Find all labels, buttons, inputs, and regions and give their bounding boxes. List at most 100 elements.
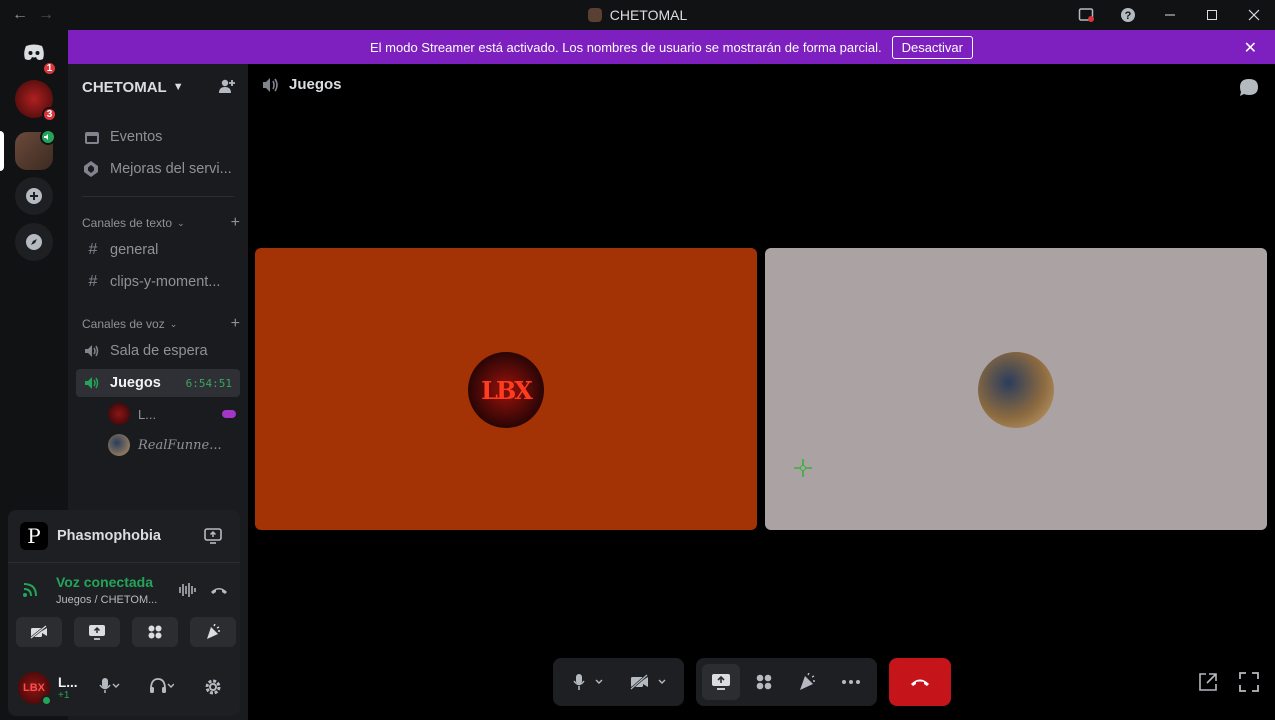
noise-suppression-icon[interactable] — [178, 582, 196, 598]
game-icon: P — [20, 522, 48, 550]
speaker-icon — [262, 77, 280, 93]
camera-button[interactable] — [621, 664, 679, 700]
discord-window: ← → CHETOMAL ? 1 3 El modo Streamer está… — [0, 0, 1275, 720]
voice-channel-waiting-room[interactable]: Sala de espera — [76, 337, 240, 365]
boost-icon — [84, 161, 102, 177]
user-name-block[interactable]: L... +1 — [58, 675, 78, 701]
avatar — [978, 352, 1054, 428]
close-window-icon[interactable] — [1233, 0, 1275, 30]
svg-text:?: ? — [1125, 10, 1132, 22]
maximize-icon[interactable] — [1191, 0, 1233, 30]
screen-share-button[interactable] — [74, 617, 120, 647]
voice-connected-label[interactable]: Voz conectada — [56, 574, 153, 590]
title-bar: ← → CHETOMAL ? — [0, 0, 1275, 30]
category-label: Canales de voz — [82, 317, 165, 331]
voice-channel-juegos[interactable]: Juegos 6:54:51 — [76, 369, 240, 397]
more-options-icon[interactable] — [831, 664, 871, 700]
user-panel: LBX L... +1 — [8, 660, 240, 716]
hashtag-icon: # — [88, 273, 98, 290]
bottom-panel: P Phasmophobia Voz conectada Juegos / CH… — [8, 510, 240, 716]
voice-user-name: L... — [138, 406, 157, 422]
microphone-icon[interactable] — [98, 678, 120, 694]
soundboard-button[interactable] — [788, 664, 828, 700]
chevron-down-icon: ▼ — [172, 81, 184, 93]
channel-general[interactable]: # general — [76, 236, 240, 264]
voice-status: Voz conectada Juegos / CHETOM... — [20, 572, 230, 612]
events-item[interactable]: Eventos — [76, 123, 240, 151]
activities-button[interactable] — [132, 617, 178, 647]
channel-label: Sala de espera — [110, 343, 208, 359]
voice-user-name: RealFunne... — [138, 437, 222, 453]
hashtag-icon: # — [88, 241, 98, 258]
game-activity: P Phasmophobia — [8, 510, 240, 562]
voice-user[interactable]: RealFunne... — [108, 432, 236, 458]
avatar-text: LBX — [481, 375, 533, 405]
add-server-button[interactable] — [15, 177, 53, 215]
divider — [8, 562, 240, 563]
channel-label: general — [110, 242, 159, 258]
add-channel-icon[interactable]: + — [231, 214, 240, 232]
server-icon-chetomal[interactable] — [15, 129, 56, 170]
boosts-item[interactable]: Mejoras del servi... — [76, 155, 240, 183]
category-text-channels[interactable]: Canales de texto ⌄ + — [82, 214, 240, 232]
channel-timer: 6:54:51 — [185, 376, 232, 390]
chevron-down-icon: ⌄ — [177, 217, 185, 228]
headphones-icon[interactable] — [150, 678, 174, 694]
help-icon[interactable]: ? — [1107, 0, 1149, 30]
add-channel-icon[interactable]: + — [231, 315, 240, 333]
disconnect-icon[interactable] — [210, 582, 228, 598]
voice-call-area: Juegos LBX — [248, 64, 1275, 720]
avatar — [108, 403, 130, 425]
camera-off-button[interactable] — [16, 617, 62, 647]
voice-user[interactable]: L... — [108, 401, 236, 427]
participant-tile[interactable]: LBX — [255, 248, 757, 530]
category-voice-channels[interactable]: Canales de voz ⌄ + — [82, 315, 240, 333]
voice-active-icon — [40, 129, 56, 145]
avatar[interactable]: LBX — [18, 672, 52, 706]
soundboard-button[interactable] — [190, 617, 236, 647]
screen-share-button[interactable] — [702, 664, 740, 700]
divider — [82, 196, 234, 197]
audio-video-controls — [553, 658, 684, 706]
boosts-label: Mejoras del servi... — [110, 161, 232, 177]
microphone-button[interactable] — [559, 664, 617, 700]
close-icon[interactable]: ✕ — [1244, 38, 1257, 58]
stream-game-icon[interactable] — [204, 527, 222, 545]
events-label: Eventos — [110, 129, 163, 145]
settings-gear-icon[interactable] — [204, 678, 222, 696]
window-title-text: CHETOMAL — [609, 7, 688, 23]
user-status: +1 — [58, 690, 70, 701]
server-icon-1[interactable]: 3 — [15, 80, 57, 122]
invite-people-icon[interactable] — [218, 77, 236, 95]
deactivate-button[interactable]: Desactivar — [891, 35, 973, 59]
server-thumb-icon — [587, 8, 602, 22]
minimize-icon[interactable] — [1149, 0, 1191, 30]
category-label: Canales de texto — [82, 216, 173, 230]
direct-messages-button[interactable]: 1 — [15, 34, 57, 76]
avatar — [108, 434, 130, 456]
speaker-icon — [84, 375, 102, 391]
channel-header: Juegos — [262, 76, 342, 93]
channel-title: Juegos — [289, 76, 342, 93]
avatar: LBX — [468, 352, 544, 428]
chat-bubble-icon[interactable] — [1239, 78, 1259, 98]
signal-icon[interactable] — [22, 580, 40, 598]
fullscreen-icon[interactable] — [1239, 672, 1259, 692]
channel-clips[interactable]: # clips-y-moment... — [76, 268, 240, 296]
activities-button[interactable] — [744, 664, 784, 700]
game-name: Phasmophobia — [57, 528, 161, 544]
server-name: CHETOMAL — [82, 78, 167, 96]
voice-channel-path[interactable]: Juegos / CHETOM... — [56, 594, 157, 606]
call-actions — [696, 658, 877, 706]
voice-mini-buttons — [16, 617, 236, 647]
discover-button[interactable] — [15, 223, 53, 261]
online-status-icon — [41, 695, 52, 706]
crosshair-cursor-icon — [793, 458, 813, 478]
inbox-icon[interactable] — [1065, 0, 1107, 30]
server-header[interactable]: CHETOMAL ▼ — [68, 64, 248, 110]
chevron-down-icon: ⌄ — [169, 318, 178, 329]
participant-tile[interactable] — [765, 248, 1267, 530]
user-name: L... — [58, 675, 78, 690]
pop-out-icon[interactable] — [1198, 672, 1218, 692]
hang-up-button[interactable] — [889, 658, 951, 706]
